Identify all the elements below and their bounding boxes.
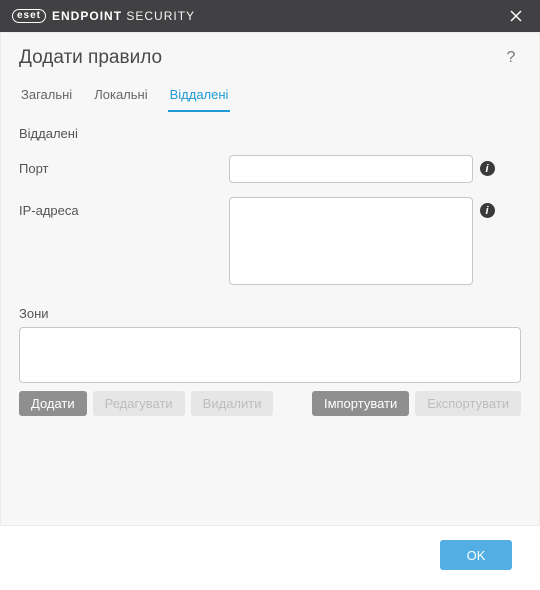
dialog-footer: OK (0, 526, 540, 590)
zones-button-row: Додати Редагувати Видалити Імпортувати Е… (1, 383, 539, 432)
edit-button: Редагувати (93, 391, 185, 416)
ok-button[interactable]: OK (440, 540, 512, 570)
ip-label: IP-адреса (19, 197, 229, 218)
import-button[interactable]: Імпортувати (312, 391, 409, 416)
help-icon[interactable]: ? (501, 48, 521, 68)
window: eset ENDPOINT SECURITY Додати правило ? … (0, 0, 540, 590)
info-icon[interactable]: i (480, 161, 495, 176)
close-icon[interactable] (502, 2, 530, 30)
titlebar: eset ENDPOINT SECURITY (0, 0, 540, 32)
tab-general[interactable]: Загальні (19, 83, 74, 112)
brand-logo: eset ENDPOINT SECURITY (12, 9, 195, 23)
delete-button: Видалити (191, 391, 274, 416)
brand-mark: eset (12, 9, 46, 23)
add-button[interactable]: Додати (19, 391, 87, 416)
ip-input[interactable] (229, 197, 473, 285)
info-icon[interactable]: i (480, 203, 495, 218)
zones-listbox[interactable] (19, 327, 521, 383)
tab-remote[interactable]: Віддалені (168, 83, 231, 112)
brand-text-light: SECURITY (126, 9, 195, 23)
remote-section: Віддалені Порт i IP-адреса i (1, 112, 539, 306)
section-heading: Віддалені (19, 126, 521, 141)
brand-text-strong: ENDPOINT (52, 9, 122, 23)
dialog-panel: Додати правило ? Загальні Локальні Відда… (0, 32, 540, 526)
export-button: Експортувати (415, 391, 521, 416)
page-title: Додати правило (19, 47, 501, 69)
tab-local[interactable]: Локальні (92, 83, 149, 112)
port-label: Порт (19, 155, 229, 176)
tab-bar: Загальні Локальні Віддалені (1, 75, 539, 112)
zones-label: Зони (1, 306, 539, 327)
port-input[interactable] (229, 155, 473, 183)
